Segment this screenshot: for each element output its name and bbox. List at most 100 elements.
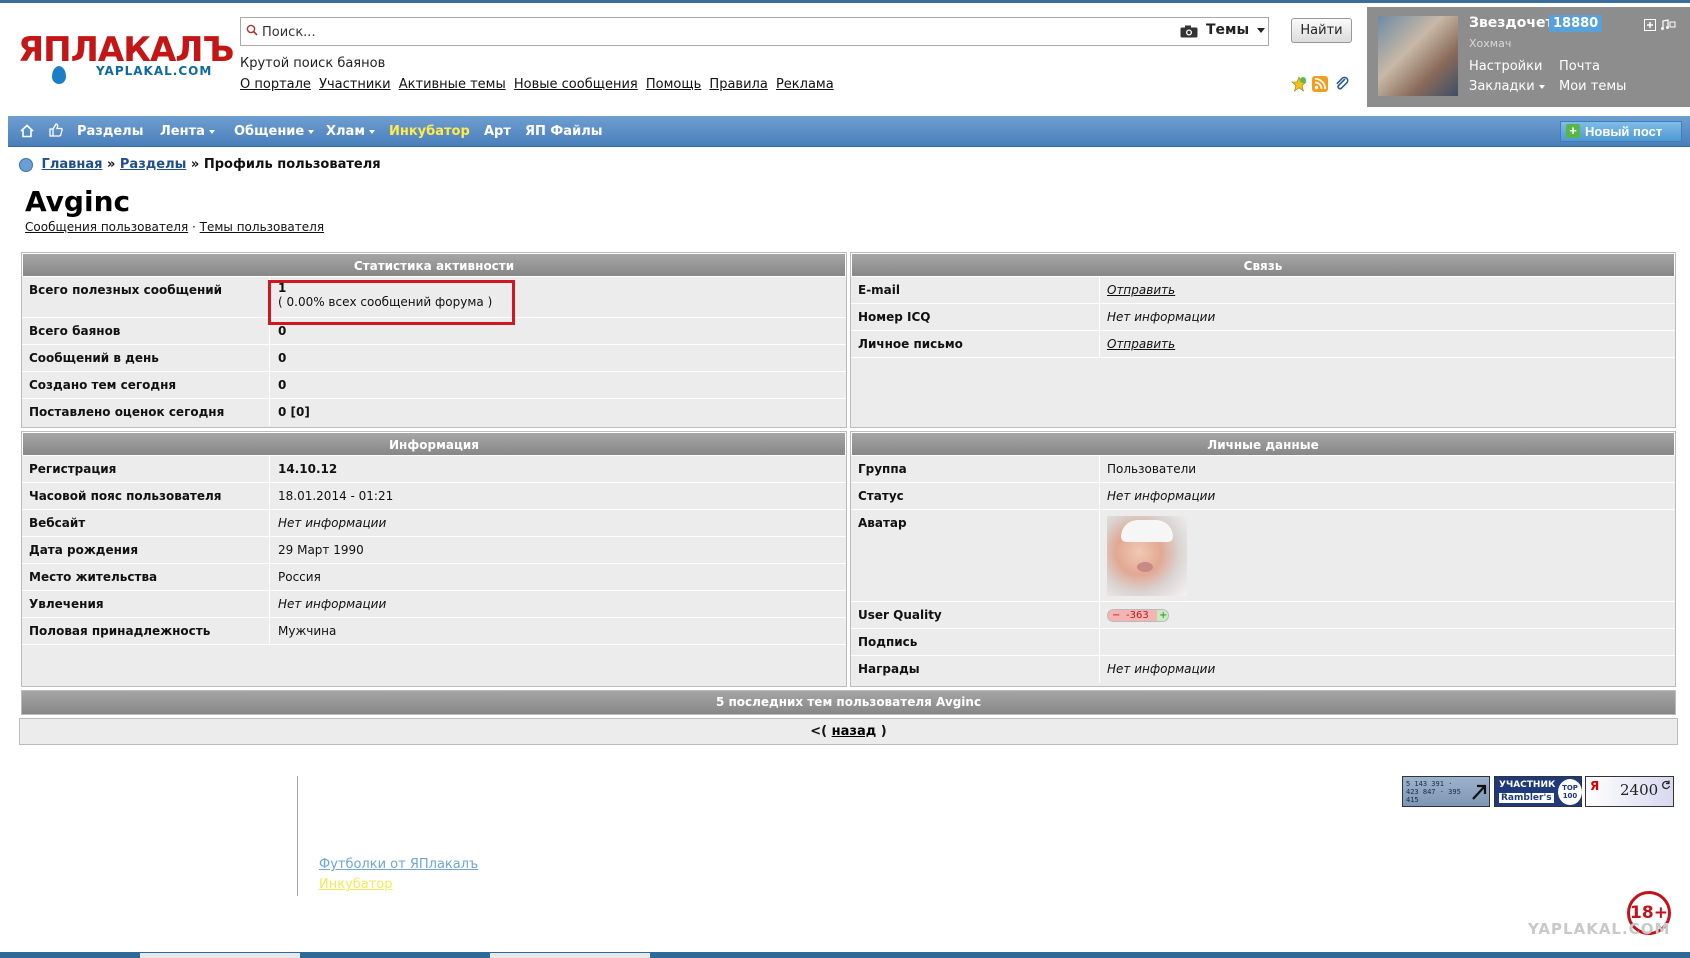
recent-topics-header: 5 последних тем пользователя Avginc: [21, 690, 1676, 715]
info-row: Регистрация 14.10.12: [22, 456, 846, 483]
header-icons: [1291, 76, 1351, 94]
counter-li-text: 5 143 391 · 423 847 · 395 415: [1406, 780, 1461, 804]
top-strip: [0, 0, 1690, 3]
thumbs-up-icon[interactable]: [49, 123, 63, 137]
rambler-counter[interactable]: УЧАСТНИК Rambler's TOP 100: [1494, 776, 1582, 807]
watermark: YAPLAKAL.COM: [1528, 920, 1671, 938]
breadcrumb-arrow-icon: [19, 157, 33, 172]
user-avatar[interactable]: [1378, 16, 1458, 96]
info-panel: Информация Регистрация 14.10.12 Часовой …: [21, 431, 847, 687]
user-messages-link[interactable]: Сообщения пользователя: [25, 220, 188, 234]
user-avatar-image: [1107, 516, 1187, 596]
search-scope-label: Темы: [1206, 22, 1250, 38]
contact-row: Личное письмо Отправить: [851, 331, 1675, 358]
nav-files[interactable]: ЯП Файлы: [525, 124, 602, 139]
breadcrumb-current: Профиль пользователя: [203, 157, 381, 172]
info-label: Половая принадлежность: [29, 624, 211, 638]
new-post-label: Новый пост: [1585, 124, 1663, 139]
contact-value: Нет информации: [1107, 310, 1216, 324]
link-rules[interactable]: Правила: [709, 77, 767, 92]
send-pm-link[interactable]: Отправить: [1107, 337, 1175, 351]
contact-label: Номер ICQ: [858, 310, 931, 324]
back-bar: <( назад ): [19, 718, 1678, 745]
info-value: Нет информации: [278, 516, 387, 530]
back-link[interactable]: назад: [832, 724, 877, 739]
user-topics-link[interactable]: Темы пользователя: [200, 220, 324, 234]
breadcrumb-home[interactable]: Главная: [42, 157, 103, 172]
new-post-button[interactable]: + Новый пост: [1560, 121, 1682, 142]
stats-label: Всего баянов: [29, 324, 121, 338]
personal-label: Награды: [858, 662, 920, 676]
info-row: Половая принадлежность Мужчина: [22, 618, 846, 645]
plus-icon[interactable]: +: [1159, 610, 1167, 621]
nav-junk[interactable]: Хлам: [326, 124, 375, 139]
user-settings-link[interactable]: Настройки: [1469, 59, 1542, 74]
stats-value: 0 [0]: [278, 405, 310, 419]
user-bookmarks-menu[interactable]: Закладки: [1469, 79, 1545, 94]
info-row: Вебсайт Нет информации: [22, 510, 846, 537]
logo-sub-text: YAPLAKAL.COM: [96, 64, 213, 78]
yandex-counter[interactable]: Я 2400: [1585, 776, 1674, 807]
profile-links: Сообщения пользователя · Темы пользовате…: [25, 220, 324, 234]
user-my-topics-link[interactable]: Мои темы: [1559, 79, 1626, 94]
chevron-down-icon: [308, 129, 315, 134]
footer-shirts-link[interactable]: Футболки от ЯПлакалъ: [319, 857, 478, 872]
personal-row: Награды Нет информации: [851, 656, 1675, 683]
nav-feed[interactable]: Лента: [160, 124, 215, 139]
info-value: 18.01.2014 - 01:21: [278, 489, 394, 503]
taskbar-strip: [0, 952, 1690, 958]
personal-row: User Quality − -363 +: [851, 602, 1675, 629]
footer-incubator-link[interactable]: Инкубатор: [319, 877, 393, 892]
personal-row: Статус Нет информации: [851, 483, 1675, 510]
link-ads[interactable]: Реклама: [776, 77, 834, 92]
rss-icon[interactable]: [1312, 76, 1328, 92]
user-name[interactable]: Звездочет: [1469, 15, 1554, 31]
info-row: Увлечения Нет информации: [22, 591, 846, 618]
music-icon[interactable]: [1660, 19, 1676, 31]
taskbar-tab[interactable]: [140, 953, 300, 958]
stats-panel-title: Статистика активности: [22, 253, 846, 277]
info-value: 29 Март 1990: [278, 543, 364, 557]
find-button[interactable]: Найти: [1291, 18, 1352, 43]
link-active-topics[interactable]: Активные темы: [399, 77, 506, 92]
link-about[interactable]: О портале: [240, 77, 311, 92]
site-logo[interactable]: ЯПЛАКАЛЪ YAPLAKAL.COM: [18, 30, 234, 84]
link-help[interactable]: Помощь: [646, 77, 701, 92]
paperclip-icon[interactable]: [1334, 76, 1350, 92]
search-scope-select[interactable]: Темы: [1206, 22, 1266, 38]
nav-communication[interactable]: Общение: [234, 124, 315, 139]
liveinternet-counter[interactable]: 5 143 391 · 423 847 · 395 415: [1402, 776, 1490, 807]
minus-icon[interactable]: −: [1112, 610, 1120, 621]
user-tools-icons[interactable]: [1644, 19, 1676, 34]
nav-sections[interactable]: Разделы: [77, 124, 143, 139]
info-label: Дата рождения: [29, 543, 139, 557]
rambler-bottom-text: Rambler's: [1499, 793, 1554, 803]
info-value: Нет информации: [278, 597, 387, 611]
home-icon[interactable]: [20, 124, 34, 138]
stats-value: 0: [278, 351, 287, 365]
star-icon[interactable]: [1291, 76, 1307, 92]
contact-label: E-mail: [858, 283, 901, 297]
stats-label: Поставлено оценок сегодня: [29, 405, 225, 419]
personal-label: Аватар: [858, 516, 907, 530]
search-input[interactable]: [262, 21, 1182, 43]
info-panel-title: Информация: [22, 432, 846, 456]
yandex-letter: Я: [1590, 779, 1600, 793]
arrow-icon: [1472, 784, 1487, 800]
nav-art[interactable]: Арт: [484, 124, 511, 139]
stats-row: Сообщений в день 0: [22, 345, 846, 372]
send-email-link[interactable]: Отправить: [1107, 283, 1175, 297]
user-mail-link[interactable]: Почта: [1559, 59, 1600, 74]
personal-row: Подпись: [851, 629, 1675, 656]
nav-junk-label: Хлам: [326, 124, 365, 139]
link-new-messages[interactable]: Новые сообщения: [514, 77, 638, 92]
link-members[interactable]: Участники: [319, 77, 391, 92]
breadcrumb-sections[interactable]: Разделы: [120, 157, 186, 172]
page-title: Avginc: [25, 185, 131, 218]
add-icon[interactable]: [1644, 19, 1656, 31]
stats-panel: Статистика активности Всего полезных соо…: [21, 252, 847, 428]
camera-icon[interactable]: [1180, 25, 1198, 38]
taskbar-tab[interactable]: [490, 953, 650, 958]
nav-incubator[interactable]: Инкубатор: [389, 124, 470, 139]
info-label: Регистрация: [29, 462, 117, 476]
